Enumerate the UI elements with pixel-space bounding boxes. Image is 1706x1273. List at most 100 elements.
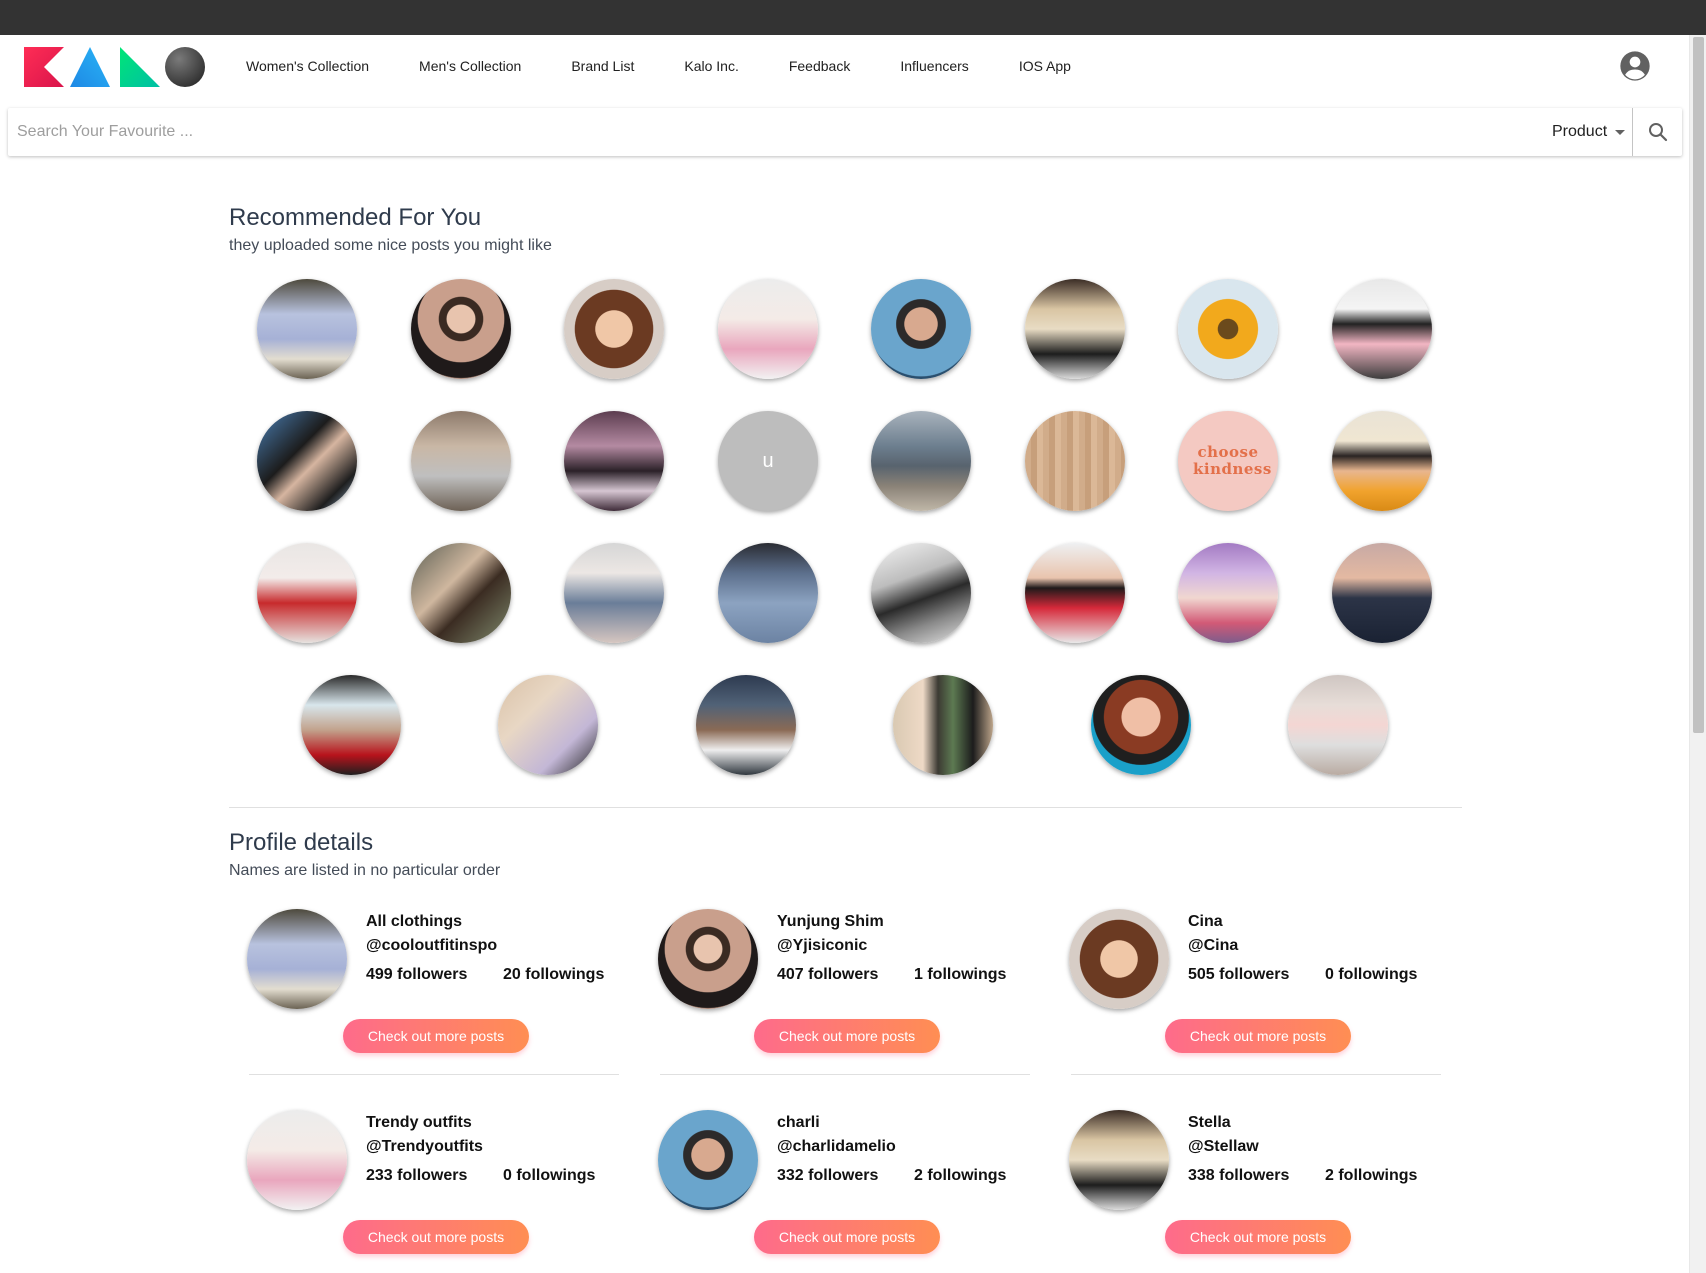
avatar[interactable] — [564, 543, 664, 643]
avatar[interactable] — [1332, 279, 1432, 379]
profile-card: charli @charlidamelio 332 followers 2 fo… — [640, 1110, 1020, 1273]
profile-card: Cina @Cina 505 followers 0 followings Ch… — [1051, 909, 1441, 1109]
avatar[interactable] — [411, 543, 511, 643]
check-out-posts-button[interactable]: Check out more posts — [1165, 1019, 1351, 1053]
profile-followers: 407 followers — [777, 966, 879, 983]
avatar[interactable] — [1025, 543, 1125, 643]
avatar[interactable] — [257, 279, 357, 379]
search-icon[interactable] — [1646, 120, 1670, 144]
avatar[interactable] — [411, 411, 511, 511]
search-bar: Product — [8, 108, 1682, 156]
card-divider — [1071, 1074, 1441, 1075]
avatar[interactable] — [498, 675, 598, 775]
avatar-placeholder[interactable]: u — [718, 411, 818, 511]
profile-followers: 499 followers — [366, 966, 468, 983]
profile-card: All clothings @cooloutfitinspo 499 follo… — [229, 909, 619, 1109]
avatar[interactable] — [1332, 411, 1432, 511]
avatar[interactable] — [893, 675, 993, 775]
avatar[interactable] — [718, 279, 818, 379]
avatar[interactable] — [718, 543, 818, 643]
chevron-down-icon — [1615, 129, 1626, 135]
avatar[interactable] — [1288, 675, 1388, 775]
search-type-select[interactable]: Product — [1552, 108, 1626, 156]
avatar[interactable] — [871, 279, 971, 379]
check-out-posts-button[interactable]: Check out more posts — [754, 1019, 940, 1053]
avatar[interactable] — [247, 1110, 347, 1210]
nav-womens-collection[interactable]: Women's Collection — [246, 58, 369, 74]
profile-handle: @cooloutfitinspo — [366, 937, 498, 954]
avatar[interactable] — [301, 675, 401, 775]
profile-card: Trendy outfits @Trendyoutfits 233 follow… — [229, 1110, 609, 1273]
avatar[interactable] — [1332, 543, 1432, 643]
avatar[interactable] — [1178, 543, 1278, 643]
avatar[interactable] — [658, 1110, 758, 1210]
avatar[interactable] — [1069, 909, 1169, 1009]
nav-mens-collection[interactable]: Men's Collection — [419, 58, 521, 74]
account-circle-icon[interactable] — [1619, 50, 1651, 82]
avatar[interactable] — [257, 411, 357, 511]
profile-handle: @Stellaw — [1188, 1138, 1259, 1155]
avatar[interactable] — [247, 909, 347, 1009]
avatar[interactable] — [257, 543, 357, 643]
profile-followings: 2 followings — [1325, 1167, 1418, 1184]
nav-feedback[interactable]: Feedback — [789, 58, 850, 74]
avatar[interactable] — [1025, 411, 1125, 511]
profile-name: Stella — [1188, 1114, 1231, 1131]
profile-handle: @Yjisiconic — [777, 937, 868, 954]
avatar-choose-kindness[interactable]: choose kindness — [1178, 411, 1278, 511]
nav-brand-list[interactable]: Brand List — [571, 58, 634, 74]
recommended-title: Recommended For You — [229, 204, 482, 231]
avatar[interactable] — [1069, 1110, 1169, 1210]
check-out-posts-button[interactable]: Check out more posts — [343, 1220, 529, 1254]
nav-links: Women's Collection Men's Collection Bran… — [246, 35, 1121, 97]
nav-influencers[interactable]: Influencers — [900, 58, 968, 74]
profile-followers: 332 followers — [777, 1167, 879, 1184]
avatar[interactable] — [871, 543, 971, 643]
check-out-posts-button[interactable]: Check out more posts — [1165, 1220, 1351, 1254]
profile-followings: 0 followings — [503, 1167, 596, 1184]
nav-ios-app[interactable]: IOS App — [1019, 58, 1071, 74]
section-divider — [229, 807, 1462, 808]
profile-card: Yunjung Shim @Yjisiconic 407 followers 1… — [640, 909, 1030, 1109]
profile-handle: @Cina — [1188, 937, 1239, 954]
check-out-posts-button[interactable]: Check out more posts — [754, 1220, 940, 1254]
kalo-logo[interactable] — [24, 47, 206, 87]
recommended-subtitle: they uploaded some nice posts you might … — [229, 237, 552, 254]
profile-followings: 20 followings — [503, 966, 605, 983]
avatar[interactable] — [411, 279, 511, 379]
navbar: Women's Collection Men's Collection Bran… — [0, 35, 1689, 97]
profile-followers: 233 followers — [366, 1167, 468, 1184]
scrollbar-thumb[interactable] — [1693, 37, 1704, 733]
avatar[interactable] — [696, 675, 796, 775]
avatar[interactable] — [564, 279, 664, 379]
avatar[interactable] — [564, 411, 664, 511]
search-input[interactable] — [8, 108, 1388, 156]
profile-name: All clothings — [366, 913, 462, 930]
profile-name: Trendy outfits — [366, 1114, 472, 1131]
profile-name: charli — [777, 1114, 820, 1131]
profile-name: Yunjung Shim — [777, 913, 884, 930]
profile-handle: @Trendyoutfits — [366, 1138, 483, 1155]
profile-card: Stella @Stellaw 338 followers 2 followin… — [1051, 1110, 1431, 1273]
check-out-posts-button[interactable]: Check out more posts — [343, 1019, 529, 1053]
profiles-subtitle: Names are listed in no particular order — [229, 862, 501, 879]
profiles-title: Profile details — [229, 829, 374, 856]
nav-kalo-inc[interactable]: Kalo Inc. — [684, 58, 738, 74]
avatar-letter: u — [762, 449, 774, 472]
browser-top-bar — [0, 0, 1706, 35]
search-type-value: Product — [1552, 123, 1608, 140]
avatar[interactable] — [658, 909, 758, 1009]
profile-followings: 0 followings — [1325, 966, 1418, 983]
profile-followings: 2 followings — [914, 1167, 1007, 1184]
avatar[interactable] — [871, 411, 971, 511]
profile-followers: 505 followers — [1188, 966, 1290, 983]
profile-handle: @charlidamelio — [777, 1138, 896, 1155]
avatar[interactable] — [1178, 279, 1278, 379]
card-divider — [660, 1074, 1030, 1075]
avatar[interactable] — [1025, 279, 1125, 379]
profile-name: Cina — [1188, 913, 1223, 930]
page-scrollbar[interactable] — [1689, 35, 1706, 1273]
avatar[interactable] — [1091, 675, 1191, 775]
card-divider — [249, 1074, 619, 1075]
profile-followers: 338 followers — [1188, 1167, 1290, 1184]
